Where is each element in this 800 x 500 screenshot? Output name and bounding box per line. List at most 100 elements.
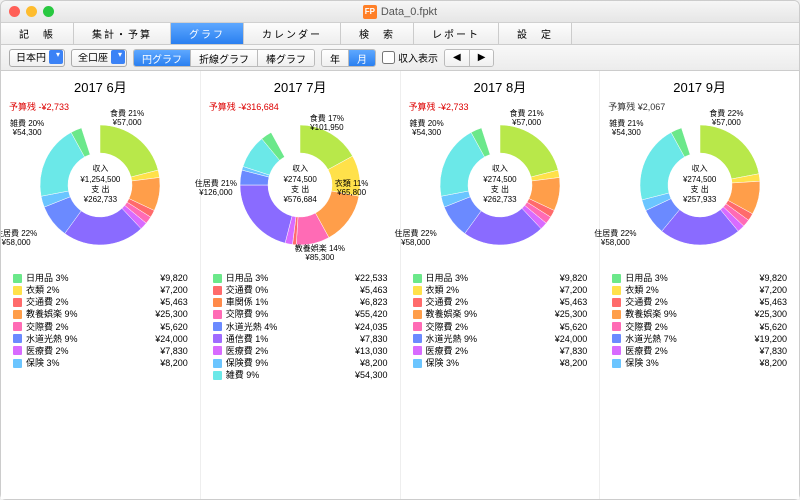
slice-callout: 雑費 20%¥54,300: [10, 120, 44, 138]
legend-amount: ¥5,620: [560, 321, 588, 333]
toolbar: 日本円 全口座 円グラフ折線グラフ棒グラフ 年月 収入表示 ◀ ▶: [1, 45, 799, 71]
legend-row: 教養娯楽 9% ¥25,300: [405, 308, 596, 320]
legend: 日用品 3%¥9,820衣類 2%¥7,200交通費 2%¥5,463教養娯楽 …: [405, 272, 596, 369]
legend-name: 医療費 2%: [426, 345, 469, 357]
legend-amount: ¥25,300: [754, 308, 787, 320]
legend-swatch: [612, 310, 621, 319]
legend-row: 交通費 2%¥5,463: [604, 296, 795, 308]
legend-swatch: [13, 346, 22, 355]
slice-callout: 雑費 20%¥54,300: [410, 120, 444, 138]
legend-row: 医療費 2%¥7,830: [5, 345, 196, 357]
donut-center: 収入 ¥274,500 支 出 ¥262,733: [483, 164, 516, 206]
chart-grid: 2017 6月 予算残 -¥2,733 収入 ¥1,254,500 支 出 ¥2…: [1, 71, 799, 499]
slice-callout: 食費 21%¥57,000: [110, 110, 144, 128]
legend-amount: ¥8,200: [360, 357, 388, 369]
legend-swatch: [13, 359, 22, 368]
expense-label: 支 出: [283, 185, 316, 195]
legend-name: 通信費 1%: [226, 333, 269, 345]
budget-remaining: 予算残 -¥2,733: [409, 100, 469, 113]
expense-value: ¥576,684: [283, 195, 316, 205]
legend-row: 交際費 2%¥5,620: [604, 321, 795, 333]
legend-amount: ¥5,463: [560, 296, 588, 308]
legend-amount: ¥9,820: [759, 272, 787, 284]
legend-row: 日用品 3%¥9,820: [405, 272, 596, 284]
chart-type-btn-2[interactable]: 棒グラフ: [258, 50, 314, 66]
titlebar: FP Data_0.fpkt: [1, 1, 799, 23]
budget-remaining: 予算残 -¥316,684: [209, 100, 279, 113]
legend-swatch: [612, 359, 621, 368]
legend-amount: ¥24,000: [555, 333, 588, 345]
tab-4[interactable]: 検 索: [341, 23, 414, 44]
legend-row: 水道光熱 9%¥24,000: [5, 333, 196, 345]
legend-name: 水道光熱 7%: [625, 333, 677, 345]
period-btn-0[interactable]: 年: [322, 50, 349, 66]
next-button[interactable]: ▶: [470, 50, 494, 66]
legend-name: 教養娯楽 9%: [625, 308, 677, 320]
prev-button[interactable]: ◀: [445, 50, 470, 66]
month-col-2: 2017 8月 予算残 -¥2,733 収入 ¥274,500 支 出 ¥262…: [401, 71, 601, 499]
legend-row: 交際費 2%¥5,620: [405, 321, 596, 333]
app-icon: FP: [363, 5, 377, 19]
tab-6[interactable]: 設 定: [499, 23, 572, 44]
tab-1[interactable]: 集計・予算: [74, 23, 171, 44]
legend-name: 教養娯楽 9%: [426, 308, 478, 320]
legend-swatch: [213, 286, 222, 295]
month-title: 2017 8月: [405, 77, 596, 96]
currency-select[interactable]: 日本円: [9, 49, 65, 67]
month-col-0: 2017 6月 予算残 -¥2,733 収入 ¥1,254,500 支 出 ¥2…: [1, 71, 201, 499]
income-label: 収入: [80, 164, 120, 174]
donut-chart: 予算残 -¥316,684 収入 ¥274,500 支 出 ¥576,684 食…: [205, 100, 396, 270]
legend-swatch: [13, 310, 22, 319]
legend-swatch: [612, 274, 621, 283]
legend-amount: ¥6,823: [360, 296, 388, 308]
legend-name: 水道光熱 4%: [226, 321, 278, 333]
legend-row: 衣類 2%¥7,200: [405, 284, 596, 296]
legend-name: 医療費 2%: [625, 345, 668, 357]
legend-amount: ¥55,420: [355, 308, 388, 320]
legend-swatch: [13, 322, 22, 331]
window-title: FP Data_0.fpkt: [1, 5, 799, 19]
legend-swatch: [413, 298, 422, 307]
legend-row: 医療費 2%¥13,030: [205, 345, 396, 357]
tab-5[interactable]: レポート: [414, 23, 499, 44]
legend-name: 保険 3%: [26, 357, 60, 369]
legend-amount: ¥25,300: [555, 308, 588, 320]
income-checkbox-label[interactable]: 収入表示: [382, 50, 438, 65]
legend-swatch: [13, 334, 22, 343]
slice-callout: 教養娯楽 14%¥85,300: [295, 245, 345, 263]
month-col-1: 2017 7月 予算残 -¥316,684 収入 ¥274,500 支 出 ¥5…: [201, 71, 401, 499]
legend-row: 日用品 3%¥9,820: [604, 272, 795, 284]
donut-chart: 予算残 -¥2,733 収入 ¥1,254,500 支 出 ¥262,733 食…: [5, 100, 196, 270]
chart-type-segment: 円グラフ折線グラフ棒グラフ: [133, 49, 315, 67]
window-title-text: Data_0.fpkt: [381, 6, 437, 18]
tab-0[interactable]: 記 帳: [1, 23, 74, 44]
legend-amount: ¥7,830: [160, 345, 188, 357]
expense-value: ¥262,733: [80, 195, 120, 205]
legend-amount: ¥8,200: [160, 357, 188, 369]
legend-amount: ¥7,200: [560, 284, 588, 296]
legend-swatch: [413, 310, 422, 319]
legend-swatch: [213, 298, 222, 307]
legend-amount: ¥8,200: [560, 357, 588, 369]
slice-callout: 住居費 22%¥58,000: [395, 230, 437, 248]
legend-swatch: [13, 286, 22, 295]
period-btn-1[interactable]: 月: [349, 50, 375, 66]
chart-type-btn-0[interactable]: 円グラフ: [134, 50, 191, 66]
account-select[interactable]: 全口座: [71, 49, 127, 67]
legend-row: 医療費 2%¥7,830: [604, 345, 795, 357]
legend-name: 雑費 9%: [226, 369, 260, 381]
legend-name: 医療費 2%: [226, 345, 269, 357]
income-checkbox[interactable]: [382, 51, 395, 64]
tab-2[interactable]: グラフ: [171, 23, 244, 44]
legend-amount: ¥5,463: [160, 296, 188, 308]
legend-amount: ¥9,820: [160, 272, 188, 284]
legend-row: 保険 3% ¥8,200: [5, 357, 196, 369]
legend-name: 交通費 2%: [26, 296, 69, 308]
legend-swatch: [213, 322, 222, 331]
legend-name: 交際費 2%: [26, 321, 69, 333]
legend-amount: ¥25,300: [155, 308, 188, 320]
legend-swatch: [413, 346, 422, 355]
income-value: ¥274,500: [683, 175, 716, 185]
chart-type-btn-1[interactable]: 折線グラフ: [191, 50, 258, 66]
tab-3[interactable]: カレンダー: [244, 23, 341, 44]
